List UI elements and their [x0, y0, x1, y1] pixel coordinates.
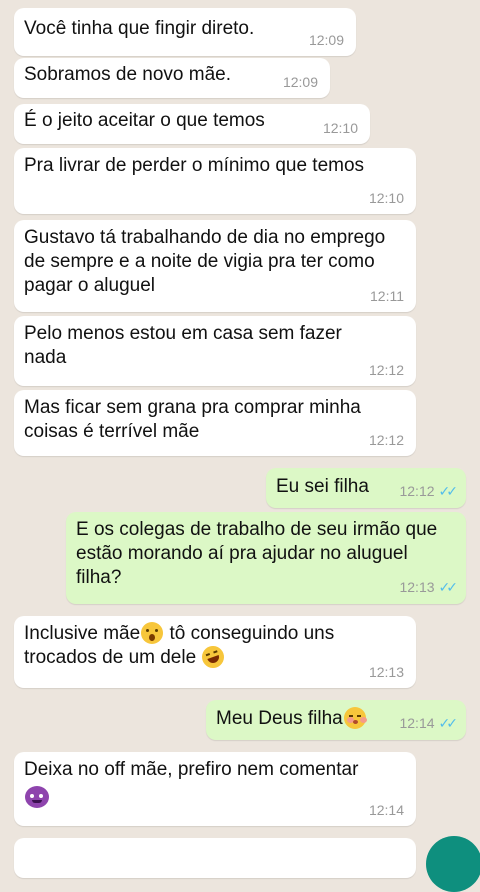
- message-outgoing[interactable]: Meu Deus filha 12:14 ✓✓: [206, 700, 466, 740]
- message-time: 12:14: [368, 802, 404, 818]
- message-incoming[interactable]: Inclusive mãe tô conseguindo uns trocado…: [14, 616, 416, 688]
- message-time: 12:11: [370, 288, 404, 304]
- scroll-down-button[interactable]: [426, 836, 480, 892]
- message-text: Sobramos de novo mãe.: [24, 64, 232, 85]
- message-incoming[interactable]: É o jeito aceitar o que temos 12:10: [14, 104, 370, 144]
- message-time: 12:12: [368, 432, 404, 448]
- message-text: Mas ficar sem grana pra comprar minha co…: [24, 397, 361, 442]
- message-text: Você tinha que fingir direto.: [24, 18, 255, 39]
- message-incoming[interactable]: Mas ficar sem grana pra comprar minha co…: [14, 390, 416, 456]
- message-incoming[interactable]: Pra livrar de perder o mínimo que temos …: [14, 148, 416, 214]
- message-text: É o jeito aceitar o que temos: [24, 110, 265, 131]
- message-incoming[interactable]: Pelo menos estou em casa sem fazer nada …: [14, 316, 416, 386]
- message-outgoing[interactable]: Eu sei filha 12:12 ✓✓: [266, 468, 466, 508]
- message-text: E os colegas de trabalho de seu irmão qu…: [76, 519, 438, 588]
- message-text: Pelo menos estou em casa sem fazer nada: [24, 323, 342, 368]
- message-text: Pra livrar de perder o mínimo que temos: [24, 155, 365, 176]
- message-incoming[interactable]: Gustavo tá trabalhando de dia no emprego…: [14, 220, 416, 312]
- message-incoming-partial: [14, 838, 416, 878]
- double-check-icon: ✓✓: [438, 484, 459, 500]
- message-time: 12:12: [368, 362, 404, 378]
- message-meta: 12:14 ✓✓: [399, 715, 459, 732]
- message-incoming[interactable]: Sobramos de novo mãe. 12:09: [14, 58, 330, 98]
- message-text: Deixa no off mãe, prefiro nem comentar: [24, 759, 359, 780]
- message-incoming[interactable]: Você tinha que fingir direto. 12:09: [14, 8, 356, 56]
- rofl-emoji: [199, 642, 228, 672]
- double-check-icon: ✓✓: [438, 716, 459, 732]
- message-meta: 12:12 ✓✓: [399, 483, 459, 500]
- double-check-icon: ✓✓: [438, 580, 459, 596]
- blush-kiss-emoji: [343, 707, 366, 729]
- message-text: Meu Deus filha: [216, 708, 343, 729]
- message-outgoing[interactable]: E os colegas de trabalho de seu irmão qu…: [66, 512, 466, 604]
- message-time: 12:12: [399, 483, 435, 499]
- message-text: Eu sei filha: [276, 476, 369, 497]
- message-time: 12:10: [322, 120, 358, 136]
- message-text: Gustavo tá trabalhando de dia no emprego…: [24, 227, 386, 296]
- message-time: 12:10: [368, 190, 404, 206]
- message-text-part1: Inclusive mãe: [24, 623, 141, 644]
- message-time: 12:09: [308, 32, 344, 48]
- message-meta: 12:13 ✓✓: [399, 579, 459, 596]
- message-time: 12:13: [368, 664, 404, 680]
- message-time: 12:09: [282, 74, 318, 90]
- message-incoming[interactable]: Deixa no off mãe, prefiro nem comentar 1…: [14, 752, 416, 826]
- astonished-emoji: [141, 622, 164, 644]
- message-time: 12:14: [399, 715, 435, 731]
- devil-emoji: [25, 786, 49, 808]
- message-time: 12:13: [399, 579, 435, 595]
